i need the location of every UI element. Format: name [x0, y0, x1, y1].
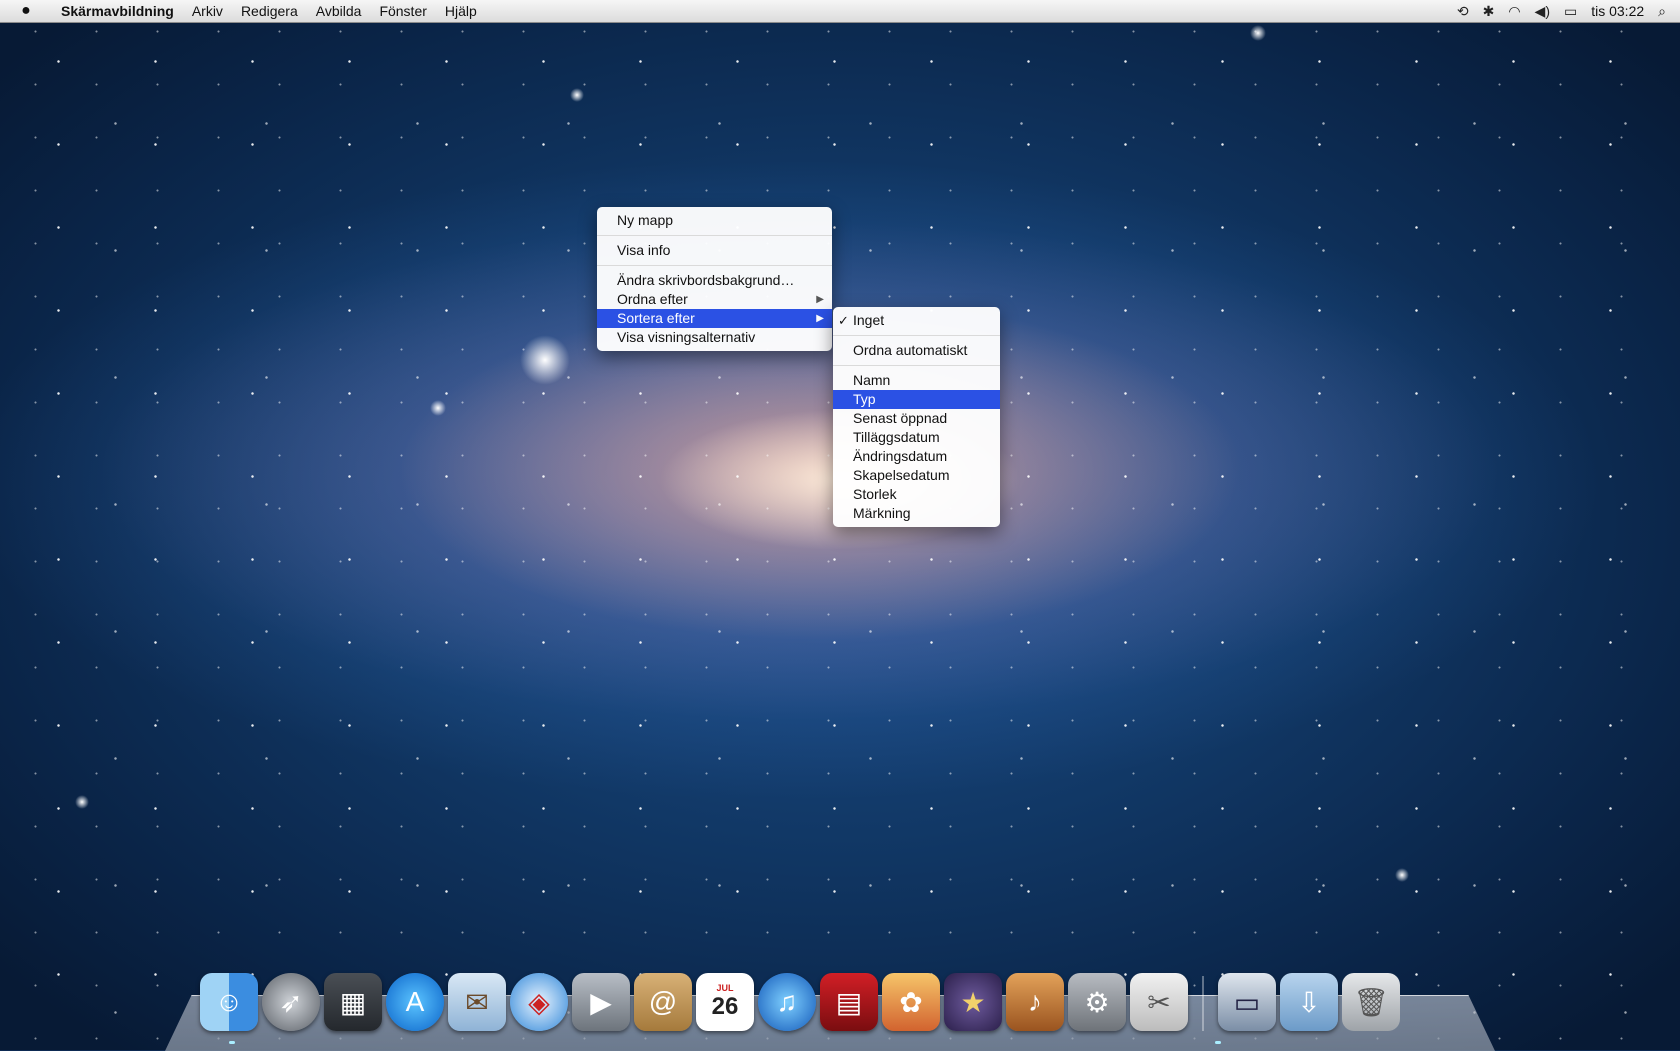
- finder-icon[interactable]: ☺: [200, 973, 258, 1031]
- menu-item-label: Ordna efter: [617, 291, 688, 307]
- star: [570, 88, 584, 102]
- volume-icon[interactable]: ◀): [1535, 3, 1550, 20]
- calendar-icon[interactable]: JUL 26: [696, 973, 754, 1031]
- submenu-arrow-icon: ▶: [816, 294, 824, 305]
- itunes-icon[interactable]: ♫: [758, 973, 816, 1031]
- apple-menu-icon[interactable]: ●: [0, 2, 52, 20]
- running-indicator: [229, 1041, 235, 1044]
- calendar-month: JUL: [716, 983, 734, 993]
- facetime-icon[interactable]: ▶: [572, 973, 630, 1031]
- time-machine-icon[interactable]: ⟲: [1457, 3, 1469, 20]
- star: [1250, 25, 1266, 41]
- star: [1395, 868, 1409, 882]
- imovie-icon[interactable]: ★: [944, 973, 1002, 1031]
- dock: ☺ ➶ ▦ A ✉ ◈ ▶ @ JUL 26 ♫ ▤ ✿ ★ ♪ ⚙ ✂ ▭ ⇩…: [200, 965, 1400, 1031]
- menu-item-size[interactable]: Storlek: [833, 485, 1000, 504]
- menu-item-date-created[interactable]: Skapelsedatum: [833, 466, 1000, 485]
- menu-item-show-view-options[interactable]: Visa visningsalternativ: [597, 328, 832, 347]
- menu-item-arrange-by[interactable]: Ordna efter ▶: [597, 290, 832, 309]
- menu-redigera[interactable]: Redigera: [232, 3, 307, 19]
- garageband-icon[interactable]: ♪: [1006, 973, 1064, 1031]
- menu-item-kind[interactable]: Typ: [833, 390, 1000, 409]
- battery-icon[interactable]: ▭: [1564, 3, 1577, 20]
- menu-bar: ● Skärmavbildning Arkiv Redigera Avbilda…: [0, 0, 1680, 23]
- safari-icon[interactable]: ◈: [510, 973, 568, 1031]
- app-store-icon[interactable]: A: [386, 973, 444, 1031]
- checkmark-icon: ✓: [838, 313, 849, 328]
- bluetooth-icon[interactable]: ✱: [1483, 3, 1495, 20]
- running-indicator: [1215, 1041, 1221, 1044]
- dock-separator: [1202, 976, 1204, 1031]
- desktop-context-menu: Ny mapp Visa info Ändra skrivbordsbakgru…: [597, 207, 832, 351]
- star: [75, 795, 89, 809]
- trash-icon[interactable]: 🗑: [1342, 973, 1400, 1031]
- menu-item-sort-by[interactable]: Sortera efter ▶: [597, 309, 832, 328]
- clock[interactable]: tis 03:22: [1591, 3, 1644, 19]
- system-preferences-icon[interactable]: ⚙: [1068, 973, 1126, 1031]
- menu-item-label-sort[interactable]: Märkning: [833, 504, 1000, 523]
- star: [520, 335, 570, 385]
- menu-item-label: Sortera efter: [617, 310, 695, 326]
- calendar-day: 26: [711, 993, 739, 1020]
- menu-item-change-background[interactable]: Ändra skrivbordsbakgrund…: [597, 271, 832, 290]
- menu-fonster[interactable]: Fönster: [370, 3, 435, 19]
- wifi-icon[interactable]: ◠: [1508, 3, 1520, 20]
- menu-separator: [597, 265, 832, 266]
- menu-item-label: Inget: [853, 312, 885, 328]
- menu-item-get-info[interactable]: Visa info: [597, 241, 832, 260]
- menu-hjalp[interactable]: Hjälp: [436, 3, 486, 19]
- address-book-icon[interactable]: @: [634, 973, 692, 1031]
- sort-by-submenu: ✓ Inget Ordna automatiskt Namn Typ Senas…: [833, 307, 1000, 527]
- menu-item-name[interactable]: Namn: [833, 371, 1000, 390]
- menu-item-none[interactable]: ✓ Inget: [833, 311, 1000, 330]
- downloads-folder-icon[interactable]: ⇩: [1280, 973, 1338, 1031]
- menu-arkiv[interactable]: Arkiv: [183, 3, 232, 19]
- star: [430, 400, 446, 416]
- menu-item-auto-arrange[interactable]: Ordna automatiskt: [833, 341, 1000, 360]
- menu-item-last-opened[interactable]: Senast öppnad: [833, 409, 1000, 428]
- menu-avbilda[interactable]: Avbilda: [307, 3, 371, 19]
- iphoto-icon[interactable]: ✿: [882, 973, 940, 1031]
- menu-separator: [597, 235, 832, 236]
- menu-item-date-modified[interactable]: Ändringsdatum: [833, 447, 1000, 466]
- menu-item-date-added[interactable]: Tilläggsdatum: [833, 428, 1000, 447]
- app-menu[interactable]: Skärmavbildning: [52, 3, 183, 19]
- menu-separator: [833, 365, 1000, 366]
- photo-booth-icon[interactable]: ▤: [820, 973, 878, 1031]
- menu-separator: [833, 335, 1000, 336]
- mission-control-icon[interactable]: ▦: [324, 973, 382, 1031]
- menu-item-new-folder[interactable]: Ny mapp: [597, 211, 832, 230]
- screenshots-stack-icon[interactable]: ▭: [1218, 973, 1276, 1031]
- launchpad-icon[interactable]: ➶: [262, 973, 320, 1031]
- submenu-arrow-icon: ▶: [816, 313, 824, 324]
- spotlight-search-icon[interactable]: ⌕: [1658, 3, 1666, 20]
- grab-icon[interactable]: ✂: [1130, 973, 1188, 1031]
- mail-icon[interactable]: ✉: [448, 973, 506, 1031]
